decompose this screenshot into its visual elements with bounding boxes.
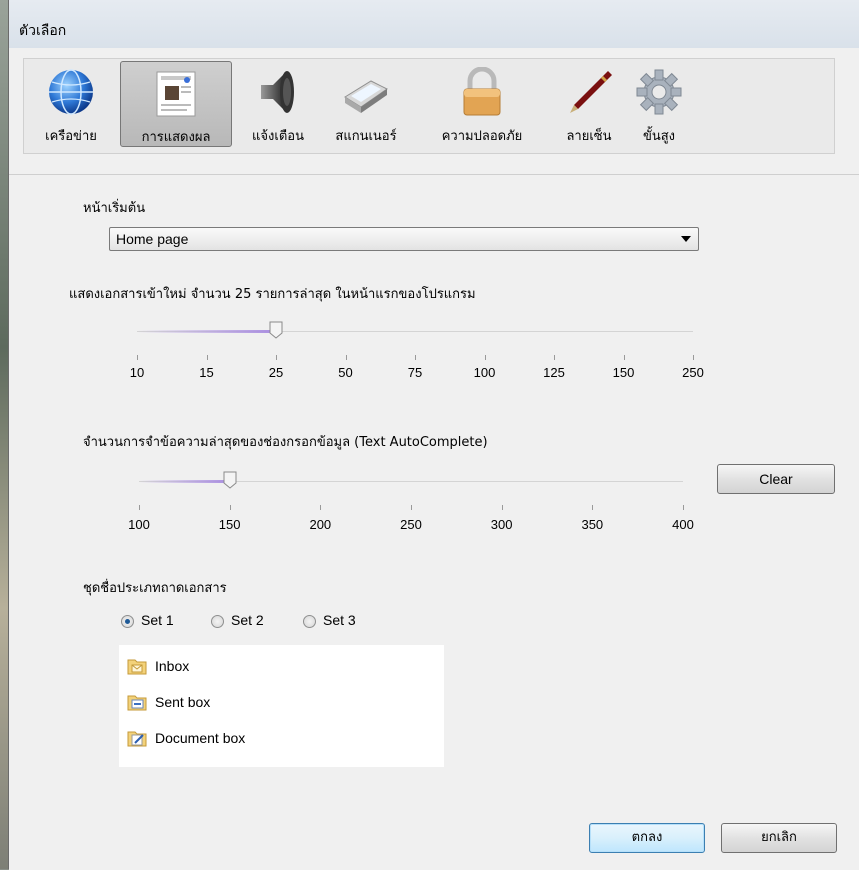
display-settings-panel: หน้าเริ่มต้น Home page แสดงเอกสารเข้าใหม… [9,174,859,870]
tab-security[interactable]: ความปลอดภัย [416,61,548,147]
tab-advanced[interactable]: ขั้นสูง [628,61,690,147]
clear-button[interactable]: Clear [717,464,835,494]
slider-tick [276,355,277,360]
title-bar: ตัวเลือก [9,0,859,48]
slider-tick [554,355,555,360]
slider-tick [206,355,208,360]
tray-sets-label: ชุดชื่อประเภทถาดเอกสาร [83,581,227,596]
slider-tick-label: 15 [199,365,214,380]
slider-thumb[interactable] [223,471,237,489]
tab-display[interactable]: การแสดงผล [120,61,232,147]
tab-label: ขั้นสูง [642,129,676,144]
start-page-value: Home page [116,231,189,247]
slider-tick [501,505,503,510]
chevron-down-icon [681,236,691,242]
tab-label: สแกนเนอร์ [335,129,397,144]
lock-icon [463,67,501,116]
slider-tick-label: 75 [407,365,423,380]
slider-tick [137,355,138,360]
ok-button[interactable]: ตกลง [589,823,705,853]
slider-tick [693,355,694,360]
tab-signature[interactable]: ลายเซ็น [552,61,626,147]
slider-tick [139,505,140,510]
slider-tick-label: 250 [400,517,422,532]
slider-tick [484,355,486,360]
sent-folder-icon [127,695,147,711]
radio-label-set-1: Set 1 [141,612,174,628]
slider-tick [623,355,625,360]
slider-tick-label: 250 [682,365,704,380]
slider-tick [415,355,416,360]
slider-thumb[interactable] [269,321,283,339]
tab-label: ลายเซ็น [566,129,612,144]
tab-label: แจ้งเตือน [252,129,304,144]
slider-tick [345,355,347,360]
document-folder-icon [127,731,147,747]
slider-tick-label: 10 [129,365,145,380]
start-page-label: หน้าเริ่มต้น [83,201,146,216]
dialog-body: เครือข่าย การแสดงผล แจ้งเตือน สแกนเนอร์ … [9,48,859,870]
recent-docs-label: แสดงเอกสารเข้าใหม่ จำนวน 25 รายการล่าสุด… [69,287,476,302]
tab-notification[interactable]: แจ้งเตือน [236,61,320,147]
slider-fill [137,330,276,333]
slider-tick-label: 100 [473,365,496,380]
slider-tick-label: 50 [338,365,353,380]
inbox-folder-icon [127,659,147,675]
display-page-icon [156,71,196,117]
start-page-dropdown[interactable]: Home page [109,227,699,251]
options-dialog: ตัวเลือก เครือข่าย การแสดงผล แจ้งเตือน ส… [8,0,859,870]
slider-tick [411,505,412,510]
tray-list: Inbox Sent box Document box [119,645,444,767]
slider-tick-label: 200 [309,517,332,532]
radio-set-1[interactable] [121,615,134,628]
cancel-button[interactable]: ยกเลิก [721,823,837,853]
tab-label: เครือข่าย [45,129,97,144]
tab-network[interactable]: เครือข่าย [26,61,116,147]
tab-label: ความปลอดภัย [441,129,523,144]
slider-tick-label: 125 [543,365,565,380]
radio-set-3[interactable] [303,615,316,628]
slider-tick-label: 350 [581,517,604,532]
tray-label: Inbox [155,658,190,674]
slider-tick-label: 100 [128,517,150,532]
slider-tick-label: 400 [672,517,694,532]
category-toolbar: เครือข่าย การแสดงผล แจ้งเตือน สแกนเนอร์ … [23,58,835,154]
tab-label: การแสดงผล [141,130,211,145]
slider-tick-label: 300 [490,517,513,532]
radio-set-2[interactable] [211,615,224,628]
slider-tick-label: 150 [612,365,635,380]
tray-label: Sent box [155,694,211,710]
speaker-icon [261,71,294,113]
slider-tick [229,505,231,510]
scanner-icon [344,80,388,113]
window-title: ตัวเลือก [19,23,67,39]
autocomplete-slider[interactable] [139,471,683,493]
autocomplete-label: จำนวนการจำข้อความล่าสุดของช่องกรอกข้อมูล… [83,435,488,450]
slider-tick-label: 150 [218,517,241,532]
tray-label: Document box [155,730,246,746]
gear-icon [636,69,682,115]
pen-icon [570,71,612,113]
tab-scanner[interactable]: สแกนเนอร์ [320,61,412,147]
slider-tick [592,505,594,510]
slider-tick [320,505,322,510]
globe-icon [49,69,93,115]
slider-tick [683,505,684,510]
radio-label-set-3: Set 3 [323,612,356,628]
radio-label-set-2: Set 2 [231,612,264,628]
recent-docs-slider[interactable] [137,321,693,343]
slider-tick-label: 25 [268,365,284,380]
slider-fill [139,480,230,483]
